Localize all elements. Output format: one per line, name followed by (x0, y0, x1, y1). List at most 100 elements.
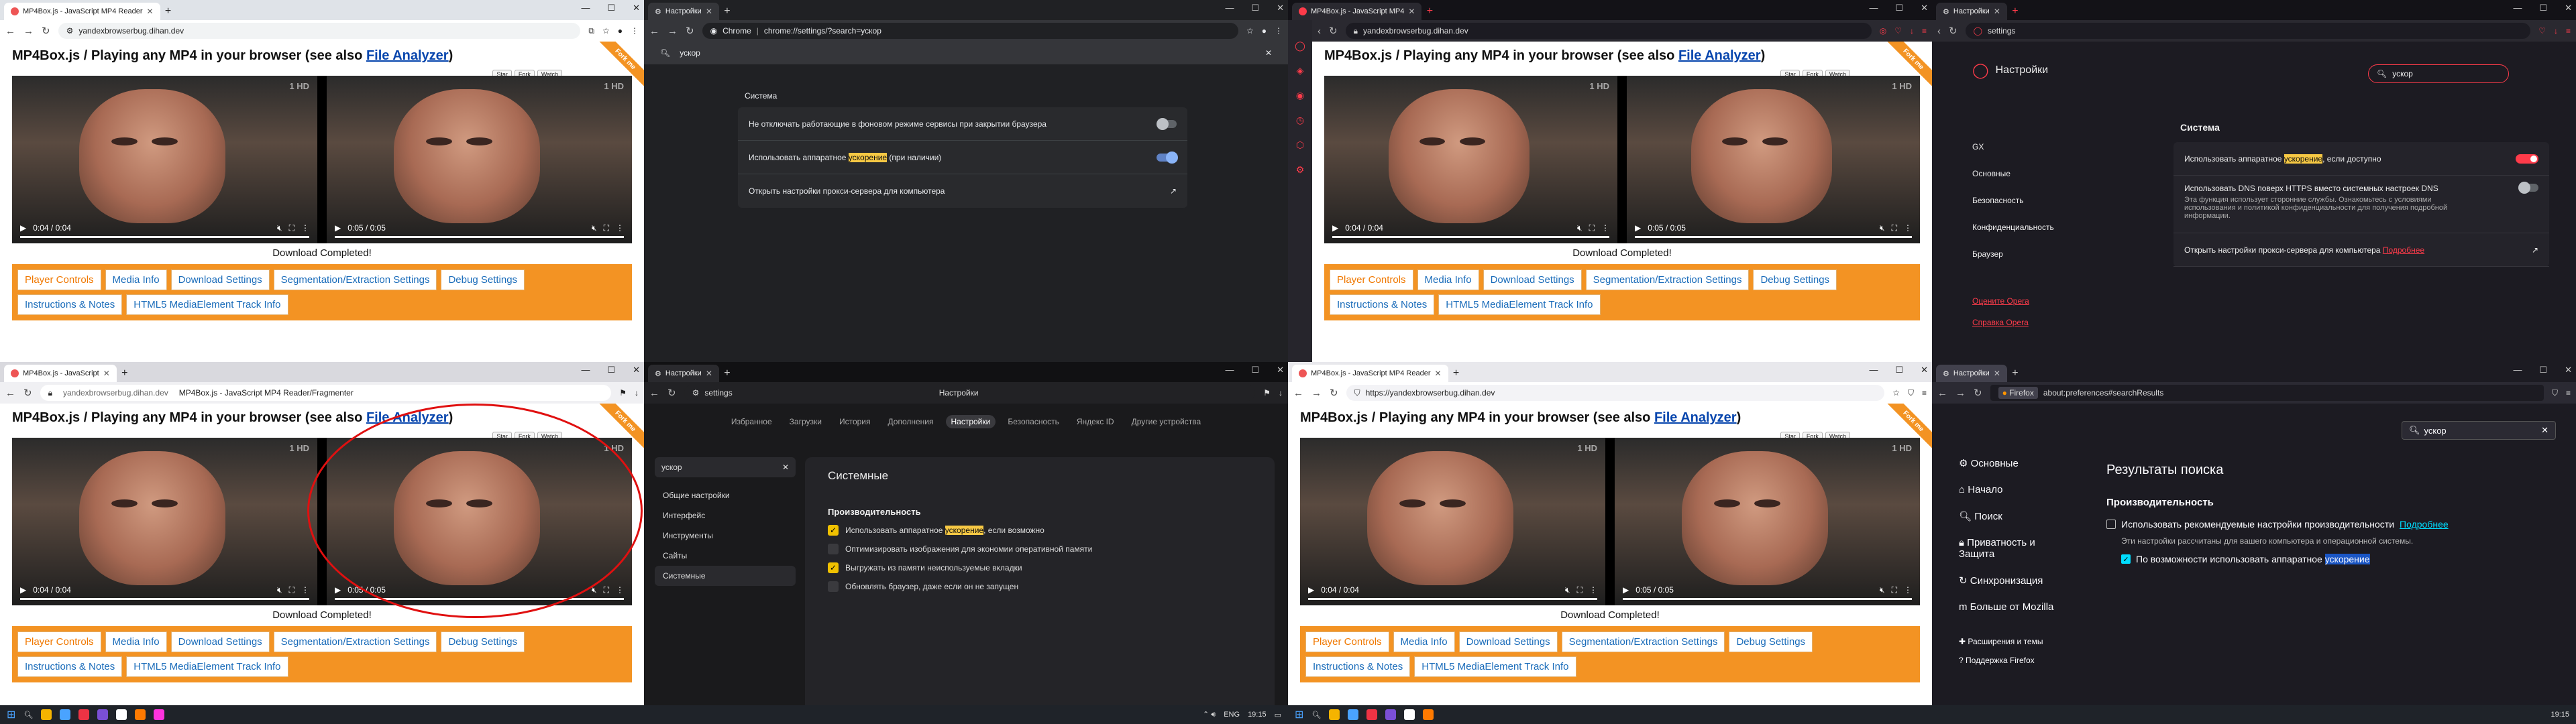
new-tab-button[interactable]: + (1421, 3, 1438, 20)
play-icon[interactable]: ▶ (20, 223, 26, 233)
new-tab-button[interactable]: + (719, 3, 735, 20)
tab-favorites[interactable]: Избранное (731, 417, 772, 426)
external-link-icon[interactable]: ↗ (2532, 245, 2538, 255)
mute-icon[interactable]: 🔇︎ (277, 223, 282, 233)
menu-icon[interactable]: ≡ (1922, 26, 1927, 36)
tab-settings[interactable]: ⚙ Настройки ✕ (1936, 365, 2007, 382)
close-tab-icon[interactable]: ✕ (1994, 369, 2000, 378)
search-icon[interactable]: 🔍︎ (1311, 711, 1321, 719)
tab-security[interactable]: Безопасность (1008, 417, 1059, 426)
video-player[interactable]: 1 HD ▶ 0:04 / 0:04 🔇︎ ⛶ ⋮ (1324, 76, 1617, 243)
tab-media-info[interactable]: Media Info (1417, 269, 1479, 290)
reload-icon[interactable]: ↻ (1974, 387, 1982, 399)
back-icon[interactable]: ← (5, 25, 15, 37)
reload-icon[interactable]: ↻ (1329, 25, 1338, 37)
address-bar[interactable]: ⚙ yandexbrowserbug.dihan.dev (58, 23, 581, 39)
nav-item-gx[interactable]: GX (1972, 142, 2054, 152)
address-bar[interactable]: 🔒︎ yandexbrowserbug.dihan.dev (1345, 23, 1872, 39)
opera-help-link[interactable]: Справка Opera (1972, 318, 2054, 327)
close-tab-icon[interactable]: ✕ (1994, 7, 2000, 16)
opera-logo-icon[interactable]: ◯ (1295, 40, 1305, 52)
search-input[interactable]: ускор (661, 463, 682, 472)
tab-segmentation[interactable]: Segmentation/Extraction Settings (273, 631, 437, 652)
minimize-icon[interactable]: — (1869, 3, 1878, 13)
tab-downloads[interactable]: Загрузки (790, 417, 822, 426)
close-tab-icon[interactable]: ✕ (706, 7, 712, 16)
progress-bar[interactable] (1635, 236, 1912, 238)
app-icon[interactable] (97, 709, 109, 720)
address-bar[interactable]: ◯ settings (1965, 23, 2531, 39)
progress-bar[interactable] (1308, 598, 1597, 600)
option-hw-accel[interactable]: ✓ По возможности использовать аппаратное … (2121, 554, 2556, 564)
heart-icon[interactable]: ♡ (2538, 26, 2546, 36)
tab-download-settings[interactable]: Download Settings (1483, 269, 1582, 290)
tab-instructions[interactable]: Instructions & Notes (1305, 656, 1411, 677)
setting-row-proxy[interactable]: Открыть настройки прокси-сервера для ком… (738, 174, 1187, 208)
nav-item-home[interactable]: ⌂ Начало (1959, 484, 2066, 495)
chrome-icon[interactable] (1404, 709, 1415, 720)
bookmark-icon[interactable]: ⚑ (619, 388, 627, 398)
explorer-icon[interactable] (41, 709, 52, 720)
progress-bar[interactable] (335, 236, 624, 238)
clear-search-icon[interactable]: ✕ (1265, 48, 1272, 58)
clock[interactable]: 19:15 (2551, 711, 2569, 719)
setting-row-hw-accel[interactable]: Использовать аппаратное ускорение (при н… (738, 141, 1187, 174)
tab-settings-active[interactable]: Настройки (945, 415, 996, 428)
external-link-icon[interactable]: ↗ (1170, 186, 1177, 196)
address-bar[interactable]: ⚙ settings Настройки (684, 385, 1256, 401)
download-icon[interactable]: ↓ (1279, 388, 1283, 398)
sidebar-icon[interactable]: ◉ (1296, 90, 1304, 101)
mute-icon[interactable]: 🔇︎ (277, 585, 282, 595)
progress-bar[interactable] (1332, 236, 1609, 238)
shield-icon[interactable]: ⛉ (1908, 388, 1914, 398)
tab-segmentation[interactable]: Segmentation/Extraction Settings (273, 269, 437, 290)
back-icon[interactable]: ← (649, 25, 659, 37)
reload-icon[interactable]: ↻ (667, 387, 676, 399)
checkbox-unchecked[interactable] (828, 581, 839, 592)
maximize-icon[interactable]: ☐ (1251, 3, 1259, 13)
nav-item-browser[interactable]: Браузер (1972, 249, 2054, 259)
menu-icon[interactable]: ≡ (2566, 26, 2571, 36)
more-icon[interactable]: ⋮ (301, 585, 309, 595)
tab-segmentation[interactable]: Segmentation/Extraction Settings (1561, 631, 1725, 652)
sidebar-icon[interactable]: ◷ (1296, 115, 1304, 126)
tab-track-info[interactable]: HTML5 MediaElement Track Info (126, 656, 288, 677)
extensions-icon[interactable]: ⧉ (588, 26, 594, 36)
firefox-icon[interactable] (135, 709, 146, 720)
tab-instructions[interactable]: Instructions & Notes (17, 294, 123, 315)
mute-icon[interactable]: 🔇︎ (1577, 223, 1582, 233)
more-icon[interactable]: ⋮ (616, 223, 624, 233)
nav-item-privacy[interactable]: 🔒︎ Приватность и Защита (1959, 537, 2066, 560)
tab-download-settings[interactable]: Download Settings (170, 269, 270, 290)
opera-icon[interactable] (1366, 709, 1378, 720)
site-info-icon[interactable]: ⚙ (66, 26, 74, 36)
maximize-icon[interactable]: ☐ (1895, 365, 1903, 375)
more-icon[interactable]: ⋮ (1589, 585, 1597, 595)
fullscreen-icon[interactable]: ⛶ (289, 223, 294, 233)
progress-bar[interactable] (20, 598, 309, 600)
file-analyzer-link[interactable]: File Analyzer (1654, 410, 1737, 425)
tab-addons[interactable]: Дополнения (888, 417, 934, 426)
tab-segmentation[interactable]: Segmentation/Extraction Settings (1585, 269, 1750, 290)
menu-icon[interactable]: ≡ (1922, 388, 1927, 398)
fullscreen-icon[interactable]: ⛶ (1577, 585, 1582, 595)
toggle-hw-accel[interactable] (1157, 151, 1178, 164)
close-tab-icon[interactable]: ✕ (1435, 369, 1442, 378)
close-icon[interactable]: ✕ (2565, 365, 2572, 375)
setting-row-proxy[interactable]: Открыть настройки прокси-сервера для ком… (2174, 233, 2549, 267)
menu-icon[interactable]: ≡ (2566, 388, 2571, 398)
tab-history[interactable]: История (839, 417, 871, 426)
play-icon[interactable]: ▶ (335, 223, 341, 233)
profile-icon[interactable]: ● (1262, 26, 1267, 36)
tab-settings[interactable]: ⚙ Настройки ✕ (1936, 3, 2007, 20)
tab-mp4box[interactable]: MP4Box.js - JavaScript ✕ (4, 365, 117, 382)
forward-icon[interactable]: → (1955, 387, 1966, 399)
minimize-icon[interactable]: — (1869, 365, 1878, 375)
play-icon[interactable]: ▶ (1623, 585, 1629, 595)
windows-start-icon[interactable]: ⊞ (7, 708, 15, 721)
nav-item-interface[interactable]: Интерфейс (655, 505, 796, 526)
tab-yandex-id[interactable]: Яндекс ID (1077, 417, 1114, 426)
language-indicator[interactable]: ENG (1224, 711, 1240, 719)
close-icon[interactable]: ✕ (633, 3, 640, 13)
nav-item-basic[interactable]: Основные (1972, 169, 2054, 178)
